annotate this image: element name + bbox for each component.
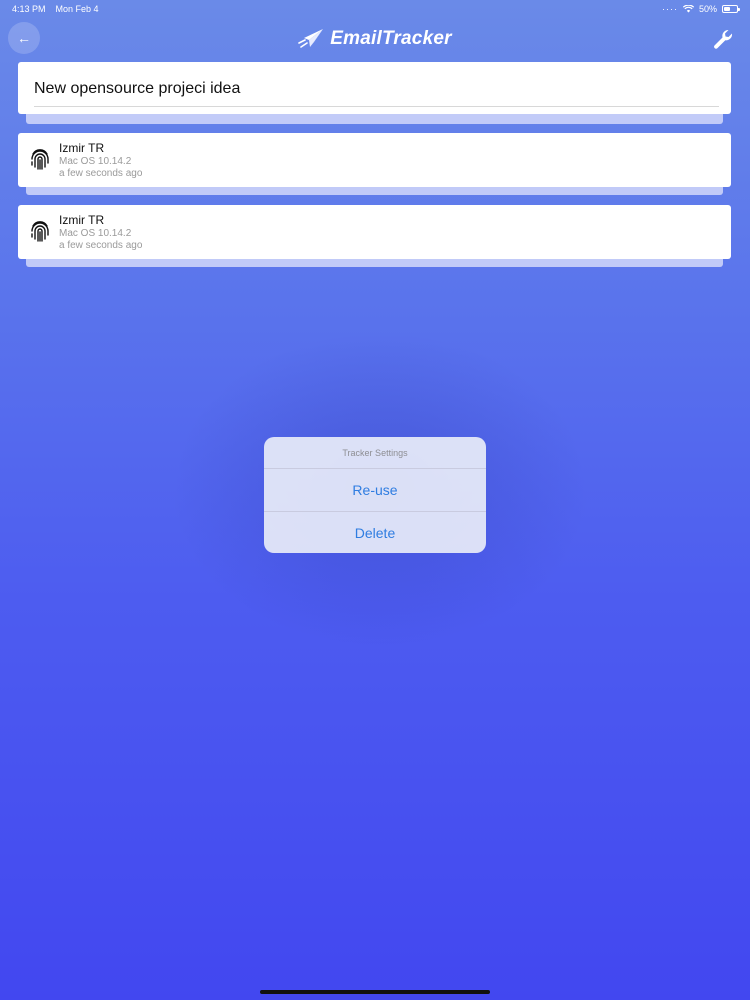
brand-name: EmailTracker bbox=[330, 28, 452, 49]
tracker-time: a few seconds ago bbox=[59, 240, 143, 251]
email-subject: New opensource projeci idea bbox=[34, 80, 241, 97]
brand-logo: EmailTracker bbox=[0, 24, 750, 54]
signal-dots-icon: ···· bbox=[661, 4, 678, 14]
fingerprint-icon bbox=[31, 149, 49, 170]
fingerprint-icon bbox=[31, 221, 49, 242]
wrench-icon bbox=[714, 29, 733, 49]
paper-plane-icon bbox=[298, 29, 324, 48]
tracker-location: Izmir TR bbox=[59, 213, 105, 227]
battery-fill bbox=[724, 7, 730, 11]
wifi-icon bbox=[682, 5, 694, 13]
battery-icon bbox=[722, 5, 740, 13]
subject-divider bbox=[34, 106, 719, 107]
email-subject-card[interactable]: New opensource projeci idea bbox=[18, 62, 731, 124]
reuse-button[interactable]: Re-use bbox=[264, 469, 486, 511]
sheet-title: Tracker Settings bbox=[264, 437, 486, 469]
tracker-time: a few seconds ago bbox=[59, 168, 143, 179]
tracker-settings-sheet: Tracker Settings Re-use Delete bbox=[264, 437, 486, 553]
status-date: Mon Feb 4 bbox=[55, 4, 99, 14]
tracker-item[interactable]: Izmir TR Mac OS 10.14.2 a few seconds ag… bbox=[18, 133, 731, 195]
tracker-location: Izmir TR bbox=[59, 141, 105, 155]
tracker-os: Mac OS 10.14.2 bbox=[59, 156, 132, 167]
status-bar: 4:13 PM Mon Feb 4 ···· 50% bbox=[0, 0, 750, 18]
delete-button[interactable]: Delete bbox=[264, 511, 486, 553]
status-time: 4:13 PM bbox=[12, 4, 46, 14]
tracker-item[interactable]: Izmir TR Mac OS 10.14.2 a few seconds ag… bbox=[18, 205, 731, 267]
battery-percent: 50% bbox=[698, 4, 717, 14]
home-indicator[interactable] bbox=[260, 990, 490, 994]
tracker-os: Mac OS 10.14.2 bbox=[59, 228, 132, 239]
settings-button[interactable] bbox=[712, 28, 734, 50]
